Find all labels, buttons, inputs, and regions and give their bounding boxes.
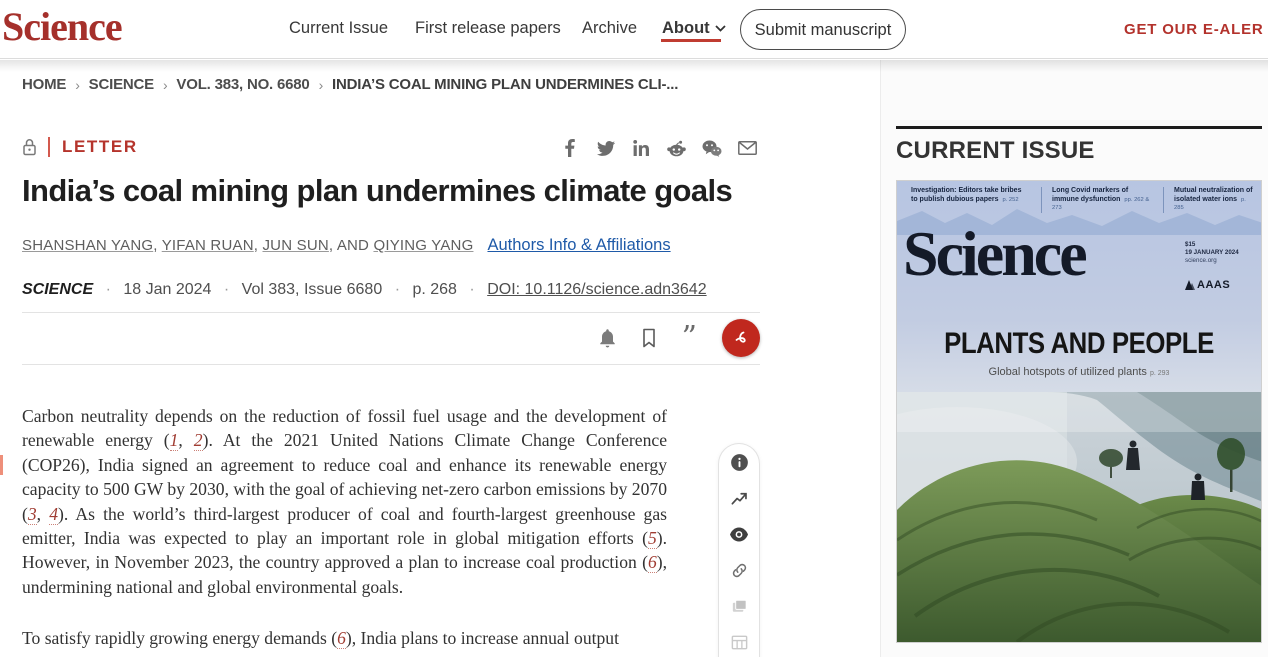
aaas-logo: AAAS (1185, 279, 1230, 291)
breadcrumb-volume[interactable]: VOL. 383, NO. 6680 (176, 76, 309, 93)
lock-icon (22, 137, 37, 157)
divider (22, 312, 760, 313)
cover-issue-info: $15 19 JANUARY 2024 science.org (1185, 241, 1239, 265)
science-logo[interactable]: Science (2, 3, 122, 50)
author-link[interactable]: QIYING YANG (373, 237, 473, 254)
meta-journal: SCIENCE (22, 281, 93, 298)
scroll-progress-tick (0, 455, 3, 475)
breadcrumb-separator: › (163, 77, 167, 93)
article-title: India’s coal mining plan undermines clim… (22, 172, 752, 210)
nav-about[interactable]: About (662, 19, 726, 38)
nav-about-label: About (662, 19, 710, 37)
breadcrumb-separator: › (75, 77, 79, 93)
breadcrumb-separator: › (319, 77, 323, 93)
cover-feature-subtitle: Global hotspots of utilized plants p. 29… (897, 366, 1261, 378)
cover-feature: PLANTS AND PEOPLE Global hotspots of uti… (897, 327, 1261, 378)
article-body: Carbon neutrality depends on the reducti… (22, 404, 667, 657)
reference-link[interactable]: 5 (648, 528, 657, 549)
share-row (560, 138, 758, 158)
figures-icon[interactable] (729, 596, 749, 616)
author-link[interactable]: YIFAN RUAN (162, 237, 254, 254)
bookmark-icon[interactable] (641, 328, 657, 348)
get-e-alerts-link[interactable]: GET OUR E-ALER (1124, 21, 1264, 38)
authors-line: SHANSHAN YANG, YIFAN RUAN, JUN SUN, AND … (22, 236, 762, 255)
aaas-triangle-icon (1185, 280, 1195, 290)
cover-feature-title: PLANTS AND PEOPLE (922, 327, 1235, 361)
breadcrumb-current-article: INDIA’S COAL MINING PLAN UNDERMINES CLI-… (332, 76, 678, 93)
pdf-icon (731, 328, 751, 348)
meta-volume: Vol 383, Issue 6680 (242, 281, 383, 298)
cover-science-logo: Science (903, 217, 1085, 291)
sidebar-top-rule (896, 126, 1262, 129)
eye-view-icon[interactable] (729, 524, 749, 544)
meta-separator: · (395, 281, 400, 298)
aaas-label: AAAS (1197, 279, 1230, 291)
doi-link[interactable]: DOI: 10.1126/science.adn3642 (487, 281, 706, 298)
reddit-share-icon[interactable] (667, 138, 687, 158)
twitter-share-icon[interactable] (596, 138, 616, 158)
nav-archive[interactable]: Archive (582, 19, 637, 38)
article-meta-line: SCIENCE · 18 Jan 2024 · Vol 383, Issue 6… (22, 281, 707, 299)
nav-current-issue[interactable]: Current Issue (289, 19, 388, 38)
meta-date: 18 Jan 2024 (123, 281, 211, 298)
submit-manuscript-button[interactable]: Submit manuscript (740, 9, 906, 50)
science-article-page: Science Current Issue First release pape… (0, 0, 1268, 657)
feature-page: p. 293 (1150, 370, 1169, 377)
nav-first-release-papers[interactable]: First release papers (415, 19, 561, 38)
kicker-divider (48, 137, 50, 157)
breadcrumb-science[interactable]: SCIENCE (89, 76, 154, 93)
cover-photo-illustration (897, 392, 1262, 642)
article-paragraph: Carbon neutrality depends on the reducti… (22, 404, 667, 599)
meta-page: p. 268 (412, 281, 456, 298)
article-kicker-row: LETTER (22, 135, 138, 159)
article-actions-row: ” (22, 316, 760, 360)
linkedin-share-icon[interactable] (631, 138, 651, 158)
site-header: Science Current Issue First release pape… (0, 0, 1268, 59)
reference-link[interactable]: 6 (337, 628, 346, 649)
alerts-bell-icon[interactable] (599, 328, 616, 348)
breadcrumb-home[interactable]: HOME (22, 76, 66, 93)
tables-icon[interactable] (729, 632, 749, 652)
article-type-label[interactable]: LETTER (62, 137, 138, 157)
author-link[interactable]: JUN SUN (262, 237, 328, 254)
current-issue-heading: CURRENT ISSUE (896, 137, 1095, 165)
author-names: SHANSHAN YANG, YIFAN RUAN, JUN SUN, AND … (22, 237, 473, 254)
chevron-down-icon (715, 25, 726, 32)
metrics-trend-icon[interactable] (729, 488, 749, 508)
cover-date: 19 JANUARY 2024 (1185, 249, 1239, 257)
reference-link[interactable]: 6 (648, 552, 657, 573)
divider (22, 364, 760, 365)
feature-subtitle-text: Global hotspots of utilized plants (989, 366, 1147, 378)
cover-price: $15 (1185, 241, 1239, 249)
current-issue-sidebar: CURRENT ISSUE Investigation: Editors tak… (880, 60, 1268, 657)
breadcrumb: HOME › SCIENCE › VOL. 383, NO. 6680 › IN… (22, 76, 678, 93)
info-icon[interactable] (729, 452, 749, 472)
cite-quote-icon[interactable]: ” (682, 328, 697, 348)
reference-link[interactable]: 3 (28, 504, 37, 525)
reference-link[interactable]: 2 (194, 430, 203, 451)
reference-link[interactable]: 1 (170, 430, 179, 451)
cover-site: science.org (1185, 257, 1239, 265)
facebook-share-icon[interactable] (560, 138, 580, 158)
pdf-download-button[interactable] (722, 319, 760, 357)
magazine-cover[interactable]: Investigation: Editors take bribes to pu… (896, 180, 1262, 643)
authors-info-link[interactable]: Authors Info & Affiliations (487, 236, 670, 254)
email-share-icon[interactable] (738, 138, 758, 158)
meta-separator: · (469, 281, 474, 298)
meta-separator: · (224, 281, 229, 298)
share-link-icon[interactable] (729, 560, 749, 580)
article-paragraph: To satisfy rapidly growing energy demand… (22, 626, 667, 650)
author-link[interactable]: SHANSHAN YANG (22, 237, 153, 254)
meta-separator: · (106, 281, 111, 298)
wechat-share-icon[interactable] (702, 138, 722, 158)
article-tools-toolbar (718, 443, 760, 657)
nav-about-active-underline (661, 39, 721, 42)
reference-link[interactable]: 4 (49, 504, 58, 525)
